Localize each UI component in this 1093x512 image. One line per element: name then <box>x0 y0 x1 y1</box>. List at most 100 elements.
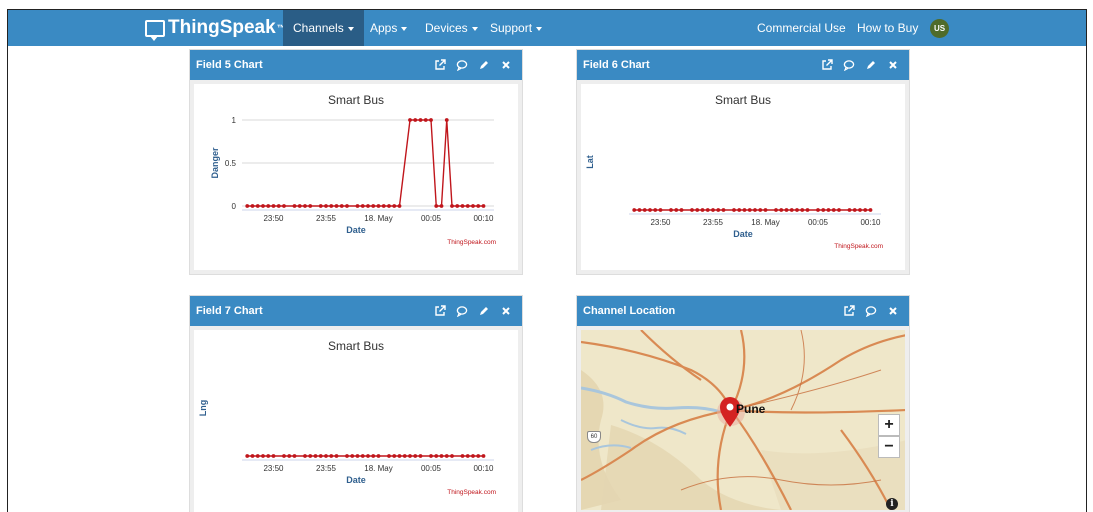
data-point <box>847 208 852 212</box>
data-point <box>408 454 412 458</box>
data-point <box>329 454 334 458</box>
window-border-right <box>1086 10 1087 512</box>
comment-icon[interactable] <box>456 59 468 71</box>
data-point <box>292 204 297 208</box>
external-link-icon[interactable] <box>434 305 446 317</box>
x-tick-label: 00:10 <box>860 218 881 227</box>
data-point <box>255 454 260 458</box>
data-point <box>863 208 868 212</box>
thingspeak-logo[interactable]: ThingSpeak ™ <box>145 15 286 41</box>
nav-how-to-buy[interactable]: How to Buy <box>847 10 928 46</box>
data-point <box>329 204 334 208</box>
data-point <box>245 204 250 208</box>
x-tick-label: 23:55 <box>316 214 337 223</box>
zoom-out-button[interactable]: − <box>878 436 900 458</box>
external-link-icon[interactable] <box>843 305 855 317</box>
chart-container: Smart Bus Lng 23:50 23:55 18. May 00:05 00:10 D… <box>194 330 518 512</box>
data-point <box>471 454 475 458</box>
nav-support-label: Support <box>490 21 533 35</box>
caret-down-icon <box>401 26 408 31</box>
panel-header: Field 7 Chart <box>190 296 522 326</box>
data-point <box>261 204 265 208</box>
data-point <box>460 454 465 458</box>
data-point <box>460 204 465 208</box>
data-point <box>742 208 747 212</box>
nav-commercial-use[interactable]: Commercial Use <box>747 10 856 46</box>
nav-devices[interactable]: Devices <box>415 10 488 46</box>
data-point <box>324 454 328 458</box>
caret-down-icon <box>471 26 478 31</box>
data-point <box>648 208 652 212</box>
close-icon[interactable] <box>500 59 512 71</box>
data-point <box>789 208 794 212</box>
pencil-icon[interactable] <box>478 59 490 71</box>
data-point <box>276 204 281 208</box>
data-point <box>450 454 454 458</box>
chart-credits: ThingSpeak.com <box>447 239 496 246</box>
y-axis-title: Lng <box>198 400 208 417</box>
data-point <box>821 208 826 212</box>
close-icon[interactable] <box>887 305 899 317</box>
data-point <box>455 204 460 208</box>
x-tick-label: 23:50 <box>263 214 284 223</box>
pencil-icon[interactable] <box>478 305 490 317</box>
external-link-icon[interactable] <box>434 59 446 71</box>
data-point <box>339 204 344 208</box>
comment-icon[interactable] <box>456 305 468 317</box>
data-point <box>360 454 365 458</box>
chart-title: Smart Bus <box>715 93 771 107</box>
panel-title: Channel Location <box>583 305 676 317</box>
data-point <box>737 208 742 212</box>
x-tick-label: 18. May <box>751 218 779 227</box>
data-point <box>444 454 449 458</box>
data-point <box>481 204 486 208</box>
comment-icon[interactable] <box>865 305 877 317</box>
x-tick-label: 00:10 <box>473 214 494 223</box>
comment-icon[interactable] <box>843 59 855 71</box>
external-link-icon[interactable] <box>821 59 833 71</box>
y-tick-label: 0 <box>232 202 237 211</box>
data-point <box>371 204 376 208</box>
close-icon[interactable] <box>887 59 899 71</box>
data-point <box>858 208 862 212</box>
nav-apps[interactable]: Apps <box>360 10 417 46</box>
x-tick-label: 00:05 <box>808 218 829 227</box>
data-point <box>711 208 715 212</box>
data-point <box>434 204 439 208</box>
y-tick-label: 0.5 <box>225 159 237 168</box>
data-point <box>476 454 481 458</box>
data-point <box>481 454 486 458</box>
data-point <box>758 208 763 212</box>
data-point <box>450 204 454 208</box>
panel-title: Field 7 Chart <box>196 305 263 317</box>
data-point <box>392 204 397 208</box>
panel-header: Field 5 Chart <box>190 50 522 80</box>
close-icon[interactable] <box>500 305 512 317</box>
data-point <box>816 208 820 212</box>
data-point <box>303 204 307 208</box>
data-point <box>679 208 684 212</box>
x-axis-title: Date <box>733 229 753 239</box>
info-icon[interactable]: i <box>886 498 898 510</box>
field-6-chart-panel: Field 6 Chart Smart Bus Lat 23:50 23:55 18. … <box>576 49 910 275</box>
data-point <box>716 208 721 212</box>
data-point <box>318 454 323 458</box>
zoom-in-button[interactable]: + <box>878 414 900 436</box>
panel-header: Channel Location <box>577 296 909 326</box>
data-point <box>868 208 873 212</box>
data-point <box>324 204 328 208</box>
data-point <box>465 454 470 458</box>
data-point <box>334 204 339 208</box>
user-avatar[interactable]: US <box>930 19 949 38</box>
panel-title: Field 5 Chart <box>196 59 263 71</box>
data-point <box>700 208 705 212</box>
data-point <box>366 454 370 458</box>
data-point <box>653 208 658 212</box>
data-point <box>444 118 449 122</box>
location-map[interactable]: Pune 60 + − i <box>581 330 905 510</box>
nav-channels[interactable]: Channels <box>283 10 364 46</box>
pencil-icon[interactable] <box>865 59 877 71</box>
nav-support[interactable]: Support <box>480 10 552 46</box>
data-point <box>292 454 297 458</box>
data-point <box>402 454 407 458</box>
